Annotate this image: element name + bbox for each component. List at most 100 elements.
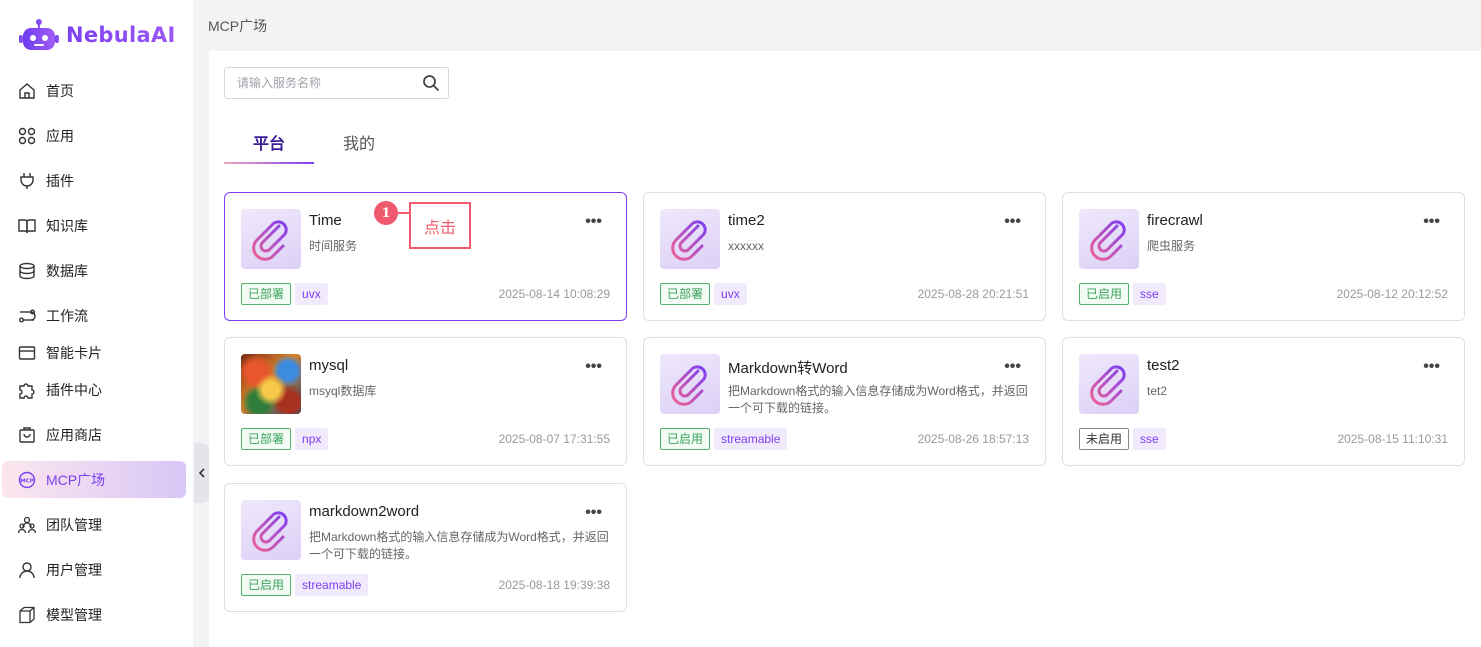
card-date: 2025-08-14 10:08:29 bbox=[498, 287, 610, 301]
card-date: 2025-08-26 18:57:13 bbox=[917, 432, 1029, 446]
status-badge: 已部署 bbox=[660, 283, 711, 305]
mcp-card[interactable]: test2 tet2 ••• 未启用 sse 2025-08-15 11:10:… bbox=[1062, 337, 1465, 466]
paperclip-icon bbox=[1090, 365, 1126, 406]
sidebar-item-label: 应用 bbox=[46, 127, 74, 144]
card-thumbnail bbox=[1079, 209, 1139, 269]
type-badge: streamable bbox=[295, 574, 369, 596]
database-icon bbox=[18, 262, 36, 280]
card-description: msyql数据库 bbox=[309, 384, 377, 398]
card-thumbnail bbox=[241, 354, 301, 414]
type-badge: sse bbox=[1133, 428, 1166, 450]
home-icon bbox=[18, 82, 36, 100]
sidebar-item-mcp-square[interactable]: MCP MCP广场 bbox=[2, 461, 186, 498]
app-name: NebulaAI bbox=[66, 23, 176, 47]
card-date: 2025-08-18 19:39:38 bbox=[498, 578, 610, 592]
painting-image bbox=[241, 354, 301, 414]
sidebar-item-database[interactable]: 数据库 bbox=[2, 252, 186, 289]
more-icon[interactable]: ••• bbox=[1004, 358, 1021, 376]
card-date: 2025-08-28 20:21:51 bbox=[917, 287, 1029, 301]
paperclip-icon bbox=[671, 220, 707, 261]
paperclip-icon bbox=[1090, 220, 1126, 261]
sidebar-item-team[interactable]: 团队管理 bbox=[2, 506, 186, 543]
book-icon bbox=[18, 217, 36, 235]
sidebar-item-label: 应用商店 bbox=[46, 426, 102, 443]
sidebar-item-app-store[interactable]: 应用商店 bbox=[2, 416, 186, 453]
store-icon bbox=[18, 426, 36, 444]
chevron-left-icon bbox=[198, 468, 205, 478]
status-badge: 已部署 bbox=[241, 428, 292, 450]
status-badge: 未启用 bbox=[1079, 428, 1130, 450]
more-icon[interactable]: ••• bbox=[1004, 213, 1021, 231]
card-description: xxxxxx bbox=[728, 239, 764, 253]
card-description: 把Markdown格式的输入信息存储成为Word格式，并返回一个可下载的链接。 bbox=[728, 384, 1028, 415]
annotation-step-number: 1 bbox=[374, 201, 398, 225]
sidebar-item-label: 插件中心 bbox=[46, 381, 102, 398]
breadcrumb: MCP广场 bbox=[208, 18, 268, 34]
more-icon[interactable]: ••• bbox=[1423, 213, 1440, 231]
card-title: firecrawl bbox=[1147, 212, 1203, 229]
search-icon[interactable] bbox=[422, 74, 440, 97]
card-description: 把Markdown格式的输入信息存储成为Word格式，并返回一个可下载的链接。 bbox=[309, 530, 609, 561]
more-icon[interactable]: ••• bbox=[585, 504, 602, 522]
sidebar-item-models[interactable]: 模型管理 bbox=[2, 596, 186, 633]
robot-logo-icon bbox=[19, 19, 59, 50]
mcp-card[interactable]: firecrawl 爬虫服务 ••• 已启用 sse 2025-08-12 20… bbox=[1062, 192, 1465, 321]
type-badge: sse bbox=[1133, 283, 1166, 305]
card-description: tet2 bbox=[1147, 384, 1168, 398]
more-icon[interactable]: ••• bbox=[1423, 358, 1440, 376]
card-title: markdown2word bbox=[309, 503, 420, 520]
card-title: Time bbox=[309, 212, 342, 229]
sidebar-item-label: 工作流 bbox=[46, 307, 88, 324]
card-date: 2025-08-07 17:31:55 bbox=[498, 432, 610, 446]
sidebar-item-home[interactable]: 首页 bbox=[2, 72, 186, 109]
svg-text:MCP: MCP bbox=[20, 478, 34, 484]
plug-icon bbox=[18, 172, 36, 190]
mcp-card[interactable]: time2 xxxxxx ••• 已部署 uvx 2025-08-28 20:2… bbox=[643, 192, 1046, 321]
card-thumbnail bbox=[660, 209, 720, 269]
sidebar-item-apps[interactable]: 应用 bbox=[2, 117, 186, 154]
card-thumbnail bbox=[241, 209, 301, 269]
sidebar-item-label: 首页 bbox=[46, 82, 74, 99]
card-icon bbox=[18, 344, 36, 362]
user-icon bbox=[18, 561, 36, 579]
tab-platform[interactable]: 平台 bbox=[224, 119, 314, 164]
type-badge: npx bbox=[295, 428, 329, 450]
more-icon[interactable]: ••• bbox=[585, 213, 602, 231]
more-icon[interactable]: ••• bbox=[585, 358, 602, 376]
mcp-card[interactable]: markdown2word 把Markdown格式的输入信息存储成为Word格式… bbox=[224, 483, 627, 612]
status-badge: 已启用 bbox=[660, 428, 711, 450]
search-input[interactable] bbox=[237, 76, 417, 90]
sidebar-item-users[interactable]: 用户管理 bbox=[2, 551, 186, 588]
sidebar-item-label: 知识库 bbox=[46, 217, 88, 234]
mcp-card[interactable]: Markdown转Word 把Markdown格式的输入信息存储成为Word格式… bbox=[643, 337, 1046, 466]
logo[interactable]: NebulaAI bbox=[18, 18, 176, 52]
card-title: Markdown转Word bbox=[728, 360, 848, 377]
sidebar-item-label: MCP广场 bbox=[46, 471, 106, 488]
sidebar-item-label: 插件 bbox=[46, 172, 74, 189]
sidebar-item-plugins[interactable]: 插件 bbox=[2, 162, 186, 199]
type-badge: uvx bbox=[295, 283, 328, 305]
card-title: time2 bbox=[728, 212, 765, 229]
search-box[interactable] bbox=[224, 67, 449, 99]
tab-mine[interactable]: 我的 bbox=[314, 119, 404, 164]
sidebar-item-smart-card[interactable]: 智能卡片 bbox=[2, 334, 186, 371]
sidebar-item-plugin-center[interactable]: 插件中心 bbox=[2, 371, 186, 408]
mcp-icon: MCP bbox=[18, 471, 36, 489]
workflow-icon bbox=[18, 307, 36, 325]
sidebar-item-knowledge[interactable]: 知识库 bbox=[2, 207, 186, 244]
card-title: test2 bbox=[1147, 357, 1180, 374]
team-icon bbox=[18, 516, 36, 534]
card-thumbnail bbox=[660, 354, 720, 414]
annotation-label: 点击 bbox=[409, 202, 471, 249]
paperclip-icon bbox=[671, 365, 707, 406]
status-badge: 已部署 bbox=[241, 283, 292, 305]
sidebar-collapse-button[interactable] bbox=[194, 443, 210, 503]
topbar: MCP广场 bbox=[193, 0, 1481, 50]
paperclip-icon bbox=[252, 511, 288, 552]
mcp-card[interactable]: mysql msyql数据库 ••• 已部署 npx 2025-08-07 17… bbox=[224, 337, 627, 466]
sidebar-item-label: 智能卡片 bbox=[46, 344, 102, 361]
card-thumbnail bbox=[241, 500, 301, 560]
sidebar-item-workflow[interactable]: 工作流 bbox=[2, 297, 186, 334]
puzzle-icon bbox=[18, 381, 36, 399]
apps-icon bbox=[18, 127, 36, 145]
